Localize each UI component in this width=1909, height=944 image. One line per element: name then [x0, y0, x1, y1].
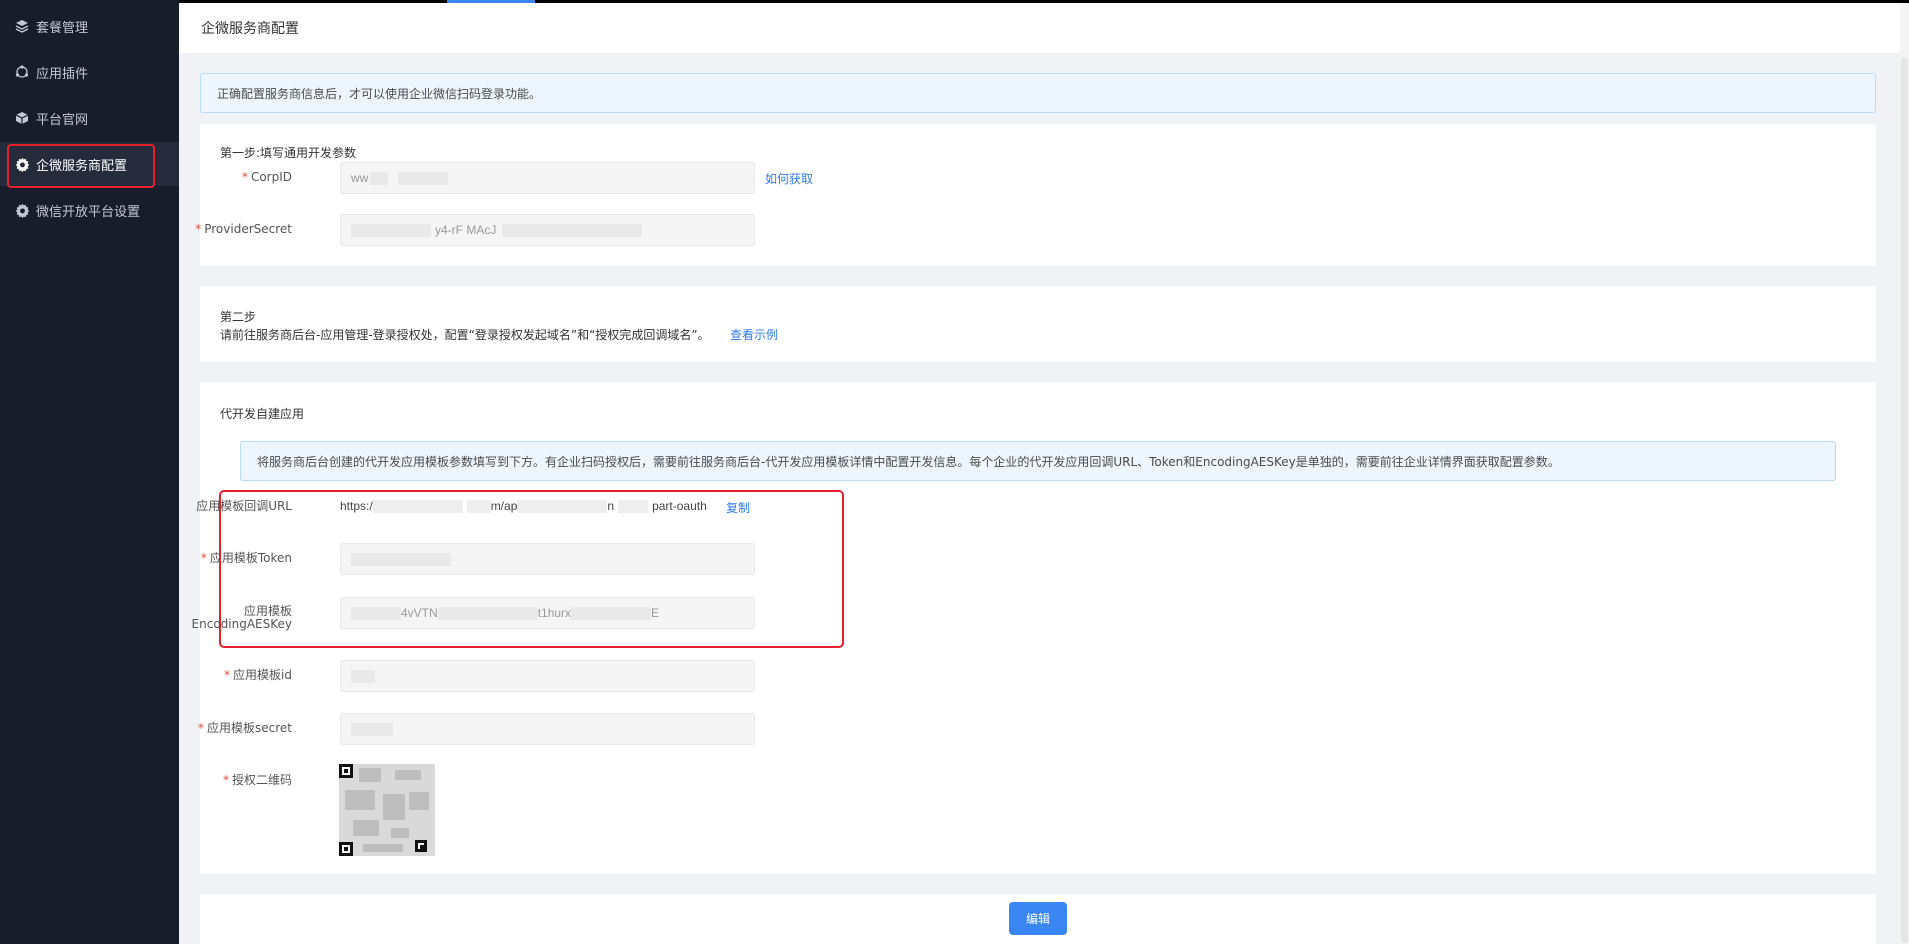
sidebar-item-label: 微信开放平台设置	[36, 204, 141, 220]
highlight-box	[219, 490, 844, 648]
info-notice-text: 正确配置服务商信息后，才可以使用企业微信扫码登录功能。	[217, 86, 542, 101]
custom-app-notice: 将服务商后台创建的代开发应用模板参数填写到下方。有企业扫码授权后，需要前往服务商…	[240, 441, 1836, 481]
step2-description: 请前往服务商后台-应用管理-登录授权处，配置“登录授权发起域名”和“授权完成回调…	[220, 328, 710, 342]
provider-secret-input[interactable]: y4-rF MAcJ	[340, 214, 755, 246]
main-content: 企微服务商配置 正确配置服务商信息后，才可以使用企业微信扫码登录功能。 第一步:…	[179, 0, 1909, 944]
provider-secret-label: * ProviderSecret	[195, 222, 292, 236]
sidebar-item-wecom-provider[interactable]: 企微服务商配置	[0, 142, 179, 188]
scrollbar[interactable]	[1900, 3, 1909, 944]
step1-title: 第一步:填写通用开发参数	[220, 146, 357, 160]
sidebar-item-package-management[interactable]: 套餐管理	[0, 4, 179, 48]
sidebar-item-label: 应用插件	[36, 66, 89, 82]
sidebar-item-app-plugins[interactable]: 应用插件	[0, 50, 179, 94]
custom-app-notice-text: 将服务商后台创建的代开发应用模板参数填写到下方。有企业扫码授权后，需要前往服务商…	[257, 454, 1560, 469]
plugin-icon	[14, 64, 30, 80]
custom-app-title: 代开发自建应用	[220, 407, 305, 421]
sidebar-item-wechat-open-platform[interactable]: 微信开放平台设置	[0, 188, 179, 232]
template-id-input[interactable]	[340, 660, 755, 692]
qr-label: * 授权二维码	[222, 773, 292, 787]
step2-card	[200, 286, 1876, 362]
cube-icon	[14, 110, 30, 126]
template-secret-label: * 应用模板secret	[198, 721, 292, 735]
how-to-get-link[interactable]: 如何获取	[765, 170, 813, 187]
corpid-input[interactable]: ww	[340, 162, 755, 194]
info-notice: 正确配置服务商信息后，才可以使用企业微信扫码登录功能。	[200, 73, 1876, 113]
gear-icon	[14, 202, 30, 218]
sidebar: 套餐管理 应用插件 平台官网 企微服务商配置 微信开放平台设置	[0, 0, 179, 944]
sidebar-item-label: 平台官网	[36, 112, 89, 128]
authorization-qr-code	[339, 764, 435, 856]
page-title: 企微服务商配置	[179, 3, 1900, 53]
highlight-box	[7, 144, 155, 188]
edit-button[interactable]: 编辑	[1009, 902, 1067, 935]
layers-icon	[14, 18, 30, 34]
view-example-link[interactable]: 查看示例	[730, 326, 778, 343]
sidebar-item-platform-website[interactable]: 平台官网	[0, 96, 179, 140]
template-secret-input[interactable]	[340, 713, 755, 745]
step2-title: 第二步	[220, 310, 257, 324]
scrollbar-thumb[interactable]	[1901, 58, 1908, 943]
template-id-label: * 应用模板id	[224, 668, 292, 682]
corpid-label: * CorpID	[241, 170, 292, 184]
sidebar-item-label: 套餐管理	[36, 20, 89, 36]
